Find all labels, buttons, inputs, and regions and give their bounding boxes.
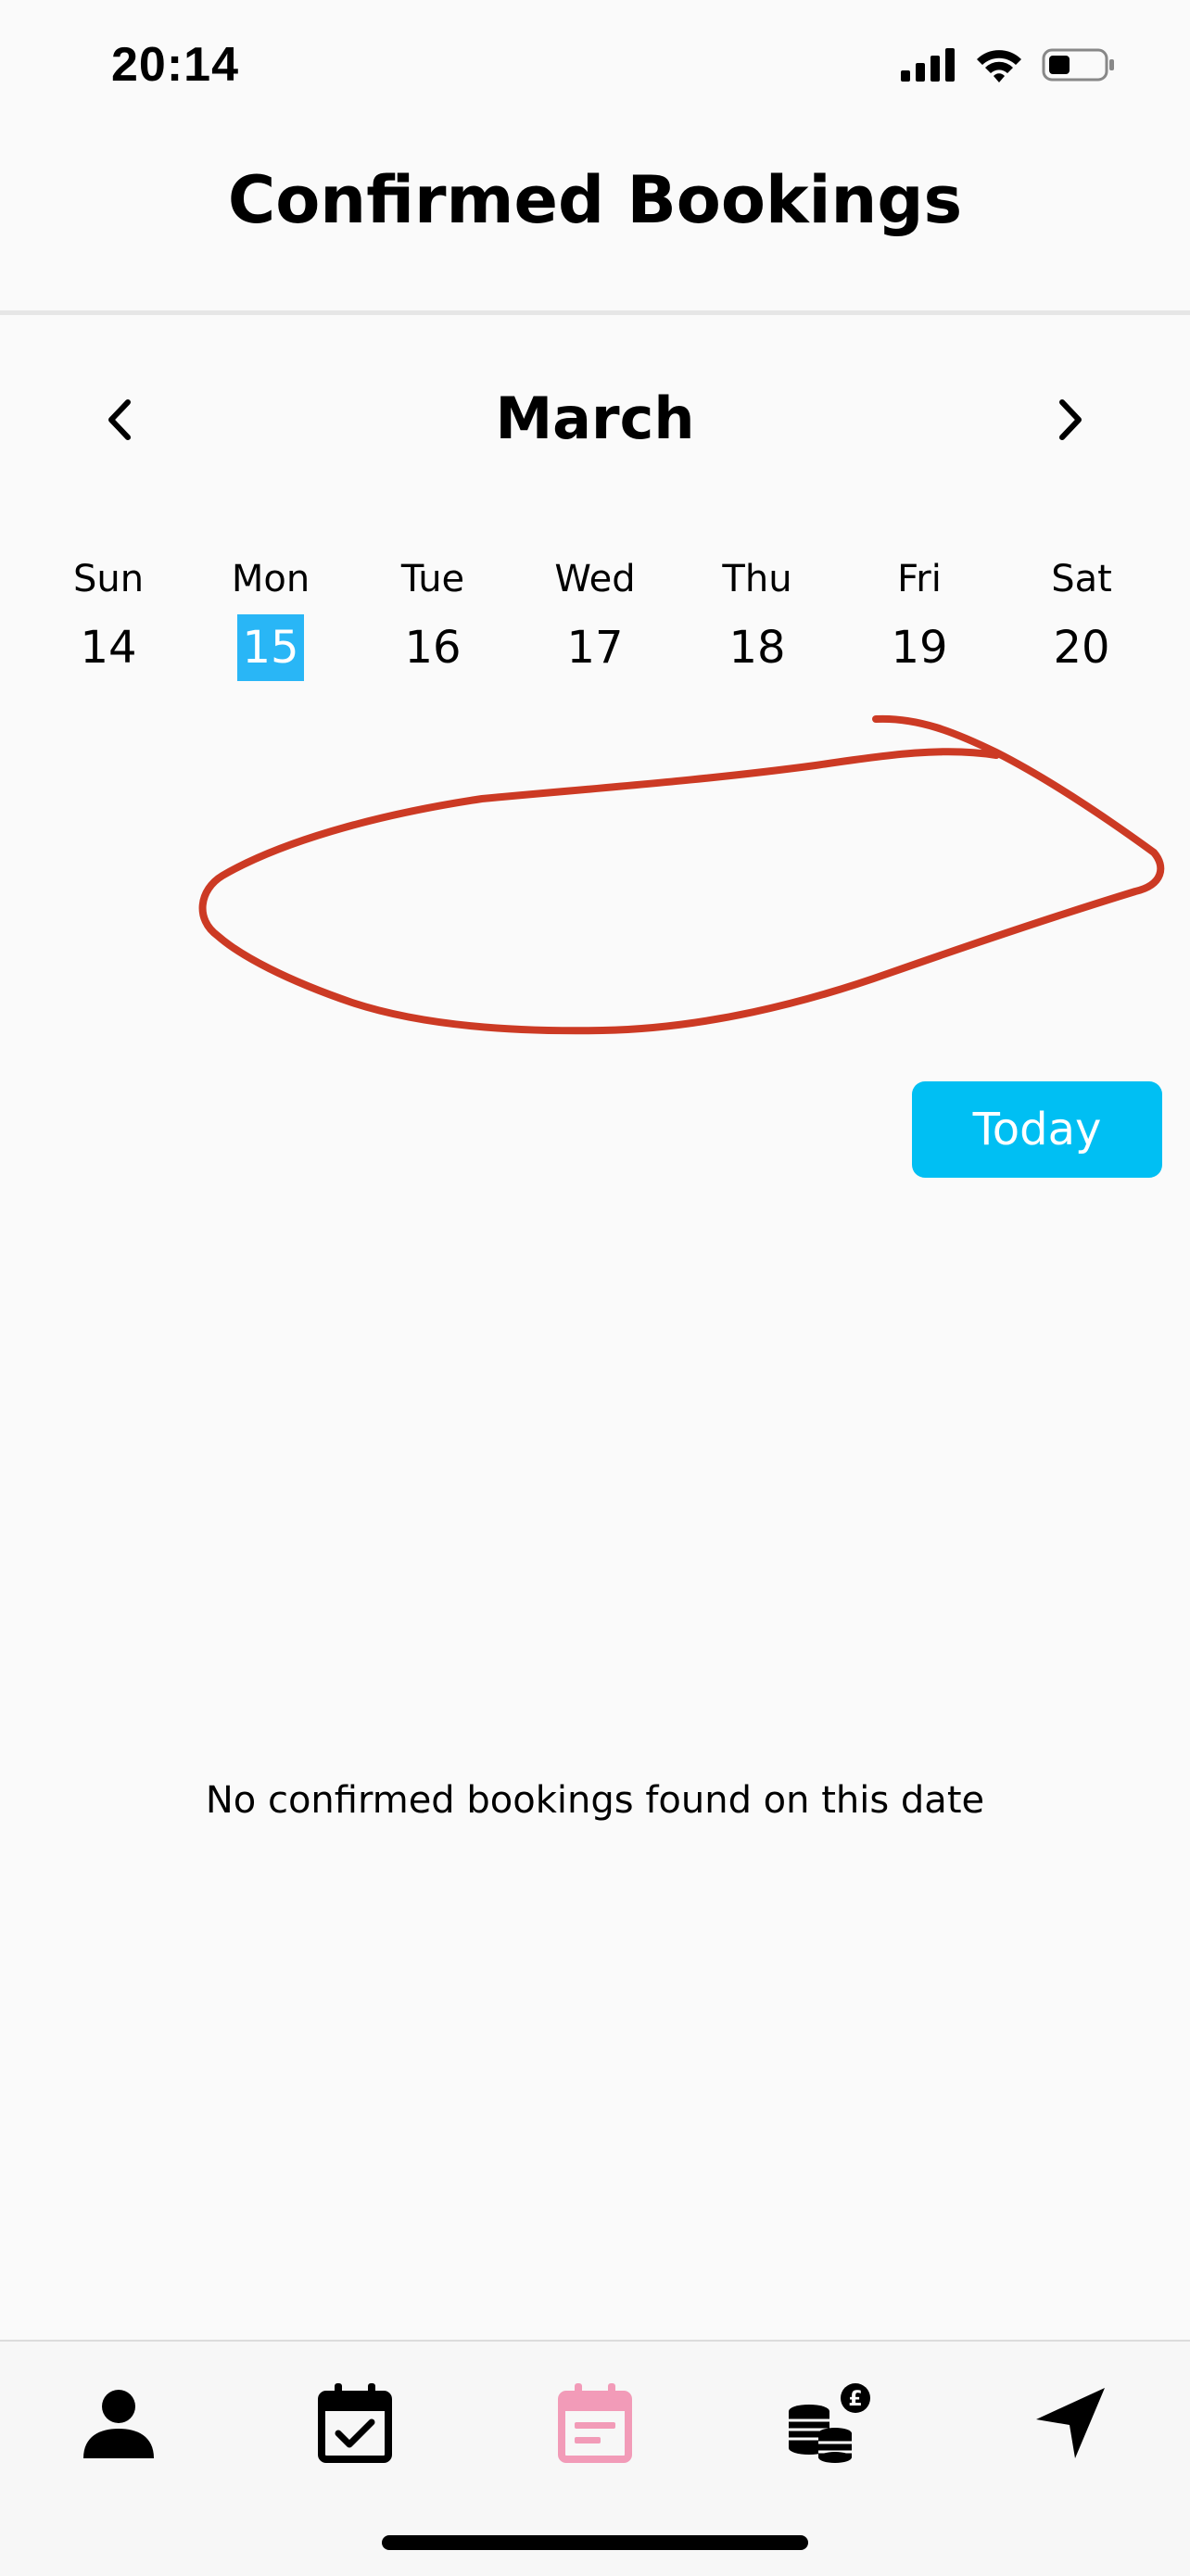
day-name: Sun xyxy=(72,558,145,600)
tab-navigation[interactable] xyxy=(1025,2379,1118,2471)
day-date: 18 xyxy=(728,622,786,674)
day-name: Mon xyxy=(231,558,310,600)
month-navigation: March xyxy=(0,371,1190,473)
calendar-check-icon xyxy=(316,2381,394,2469)
navigation-arrow-icon xyxy=(1032,2384,1110,2466)
battery-icon xyxy=(1042,46,1116,87)
day-date: 14 xyxy=(80,622,137,674)
today-button[interactable]: Today xyxy=(912,1081,1162,1178)
day-sun[interactable]: Sun 14 xyxy=(28,551,189,681)
day-sat[interactable]: Sat 20 xyxy=(1001,551,1162,681)
svg-text:£: £ xyxy=(848,2388,862,2411)
status-icons xyxy=(901,46,1116,87)
day-date: 16 xyxy=(404,622,462,674)
tab-profile[interactable] xyxy=(72,2379,165,2471)
calendar-list-icon xyxy=(556,2381,634,2469)
empty-state-message: No confirmed bookings found on this date xyxy=(205,1779,985,1822)
week-strip: Sun 14 Mon 15 Tue 16 Wed 17 Thu 18 Fri 1… xyxy=(0,551,1190,690)
day-tue[interactable]: Tue 16 xyxy=(352,551,513,681)
day-date: 17 xyxy=(566,622,624,674)
tab-earnings[interactable]: £ xyxy=(781,2379,874,2471)
day-name: Wed xyxy=(554,558,636,600)
day-wed[interactable]: Wed 17 xyxy=(514,551,676,681)
page-header: Confirmed Bookings xyxy=(0,139,1190,315)
day-thu[interactable]: Thu 18 xyxy=(677,551,838,681)
coins-pound-icon: £ xyxy=(781,2381,874,2469)
month-title: March xyxy=(495,385,695,452)
day-mon[interactable]: Mon 15 xyxy=(190,551,351,681)
day-fri[interactable]: Fri 19 xyxy=(839,551,1000,681)
home-indicator xyxy=(382,2535,808,2550)
day-date: 19 xyxy=(891,622,948,674)
status-time: 20:14 xyxy=(111,38,239,92)
chevron-right-icon xyxy=(1051,397,1088,447)
day-date: 20 xyxy=(1053,622,1110,674)
page-title: Confirmed Bookings xyxy=(227,162,963,238)
status-bar: 20:14 xyxy=(0,0,1190,139)
person-icon xyxy=(80,2384,158,2466)
next-week-button[interactable] xyxy=(1037,389,1102,454)
signal-icon xyxy=(901,48,956,85)
tab-bookings[interactable] xyxy=(309,2379,401,2471)
day-name: Tue xyxy=(400,558,465,600)
tab-confirmed-bookings[interactable] xyxy=(549,2379,641,2471)
day-name: Thu xyxy=(722,558,792,600)
day-name: Fri xyxy=(897,558,942,600)
day-date-selected: 15 xyxy=(237,614,304,681)
day-name: Sat xyxy=(1051,558,1112,600)
wifi-icon xyxy=(975,46,1023,87)
